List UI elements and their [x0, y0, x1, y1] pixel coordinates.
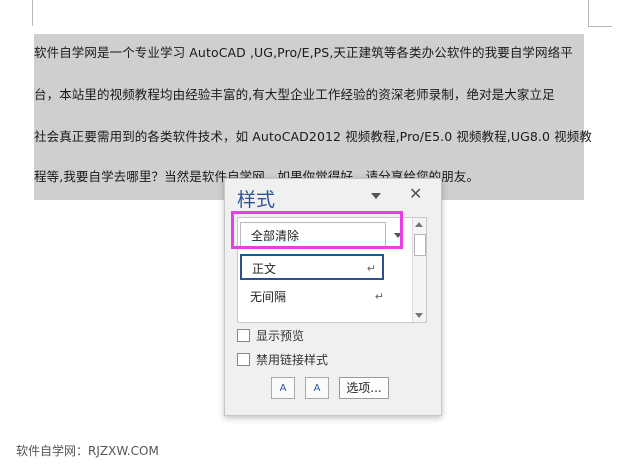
style-item-clear-all[interactable]: 全部清除 — [240, 222, 386, 248]
document-line-2[interactable]: 台，本站里的视频教程均由经验丰富的,有大型企业工作经验的资深老师录制，绝对是大家… — [34, 84, 555, 103]
chevron-down-icon[interactable] — [391, 224, 405, 246]
document-line-3-text: 社会真正要需用到的各类软件技术，如 AutoCAD2012 视频教程,Pro/E… — [34, 129, 592, 144]
new-style-icon: A — [279, 383, 287, 394]
style-inspector-icon: A — [313, 383, 321, 394]
close-icon[interactable]: ✕ — [409, 185, 422, 203]
style-item-label: 正文 — [252, 262, 277, 276]
pane-menu-chevron-icon[interactable] — [369, 189, 383, 203]
page-corner-mark-right-horizontal — [588, 26, 612, 27]
disable-linked-styles-option[interactable]: 禁用链接样式 — [237, 351, 328, 368]
show-preview-checkbox[interactable] — [237, 329, 250, 342]
paragraph-mark-icon: ↵ — [366, 262, 376, 275]
show-preview-label: 显示预览 — [256, 329, 305, 343]
scrollbar-thumb[interactable] — [414, 234, 426, 256]
style-item-label: 无间隔 — [250, 290, 287, 304]
style-item-normal[interactable]: 正文 ↵ — [240, 254, 384, 280]
options-button[interactable]: 选项... — [339, 377, 389, 399]
page-corner-mark-right — [588, 0, 589, 26]
site-watermark: 软件自学网：RJZXW.COM — [16, 444, 159, 458]
disable-linked-styles-checkbox[interactable] — [237, 353, 250, 366]
show-preview-option[interactable]: 显示预览 — [237, 327, 304, 344]
scroll-down-icon[interactable] — [413, 309, 426, 322]
style-inspector-button[interactable]: A — [305, 377, 329, 399]
document-line-1-text: 软件自学网是一个专业学习 AutoCAD ,UG,Pro/E,PS,天正建筑等各… — [34, 45, 573, 60]
pane-title: 样式 — [237, 189, 276, 211]
document-line-3[interactable]: 社会真正要需用到的各类软件技术，如 AutoCAD2012 视频教程,Pro/E… — [34, 126, 592, 145]
styles-pane: 样式 ✕ 全部清除 正文 ↵ 无间隔 ↵ 显示预览 禁用链接样式 A A 选项.… — [224, 178, 442, 416]
new-style-button[interactable]: A — [271, 377, 295, 399]
document-line-2-text: 台，本站里的视频教程均由经验丰富的,有大型企业工作经验的资深老师录制，绝对是大家… — [34, 87, 555, 102]
styles-list-scrollbar[interactable] — [412, 218, 426, 322]
document-line-1[interactable]: 软件自学网是一个专业学习 AutoCAD ,UG,Pro/E,PS,天正建筑等各… — [34, 42, 573, 61]
disable-linked-styles-label: 禁用链接样式 — [256, 353, 329, 367]
style-item-label: 全部清除 — [251, 229, 300, 243]
page-corner-mark-left — [32, 0, 33, 26]
scroll-up-icon[interactable] — [413, 218, 426, 231]
styles-list[interactable]: 全部清除 正文 ↵ 无间隔 ↵ — [237, 217, 427, 323]
style-item-no-spacing[interactable]: 无间隔 ↵ — [240, 284, 390, 310]
paragraph-mark-icon: ↵ — [374, 290, 384, 303]
